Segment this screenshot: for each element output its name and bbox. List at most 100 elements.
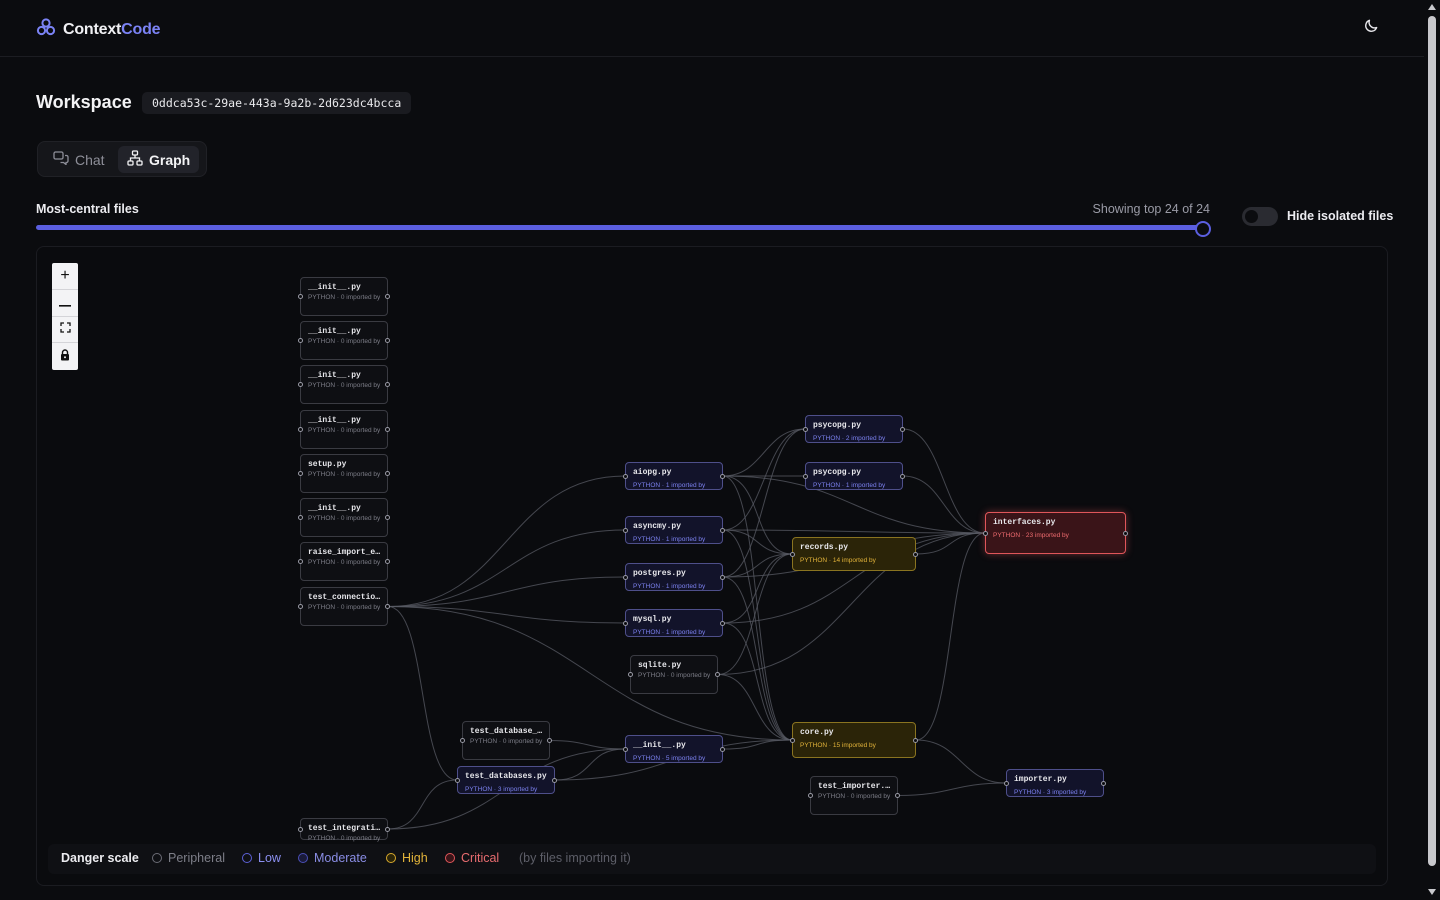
graph-node[interactable]: core.py PYTHON · 15 imported by bbox=[790, 722, 918, 758]
node-target-handle[interactable] bbox=[983, 530, 988, 536]
logo-icon bbox=[36, 17, 56, 42]
lock-button[interactable] bbox=[52, 343, 78, 370]
graph-node[interactable]: __init__.py PYTHON · 0 imported by bbox=[298, 498, 390, 537]
graph-node[interactable]: __init__.py PYTHON · 0 imported by bbox=[298, 277, 390, 316]
centrality-slider-track[interactable] bbox=[36, 225, 1202, 230]
node-target-handle[interactable] bbox=[623, 527, 628, 533]
scroll-up-icon[interactable] bbox=[1428, 4, 1436, 10]
node-target-handle[interactable] bbox=[1004, 780, 1009, 786]
node-source-handle[interactable] bbox=[720, 473, 725, 479]
node-meta: PYTHON · 1 imported by bbox=[813, 482, 886, 489]
node-source-handle[interactable] bbox=[385, 559, 390, 564]
graph-node[interactable]: records.py PYTHON · 14 imported by bbox=[790, 537, 918, 571]
node-source-handle[interactable] bbox=[385, 604, 390, 609]
node-source-handle[interactable] bbox=[913, 737, 918, 743]
graph-node[interactable]: __init__.py PYTHON · 0 imported by bbox=[298, 321, 390, 360]
graph-node[interactable]: psycopg.py PYTHON · 1 imported by bbox=[803, 462, 905, 490]
fit-view-button[interactable] bbox=[52, 317, 78, 344]
zoom-in-button[interactable]: + bbox=[52, 263, 78, 290]
node-source-handle[interactable] bbox=[385, 427, 390, 432]
graph-node[interactable]: test_importer.… PYTHON · 0 imported by bbox=[808, 776, 900, 815]
graph-node[interactable]: aiopg.py PYTHON · 1 imported by bbox=[623, 462, 725, 490]
node-filename: __init__.py bbox=[308, 504, 361, 513]
node-meta: PYTHON · 0 imported by bbox=[308, 294, 381, 301]
legend-label: High bbox=[402, 851, 428, 865]
node-target-handle[interactable] bbox=[803, 426, 808, 432]
node-source-handle[interactable] bbox=[1101, 780, 1106, 786]
graph-node[interactable]: test_connectio… PYTHON · 0 imported by bbox=[298, 587, 390, 626]
node-filename: __init__.py bbox=[308, 371, 361, 380]
node-target-handle[interactable] bbox=[298, 604, 303, 609]
graph-node[interactable]: postgres.py PYTHON · 1 imported by bbox=[623, 563, 725, 591]
node-target-handle[interactable] bbox=[298, 515, 303, 520]
node-source-handle[interactable] bbox=[547, 738, 552, 743]
node-target-handle[interactable] bbox=[790, 737, 795, 743]
graph-node[interactable]: __init__.py PYTHON · 0 imported by bbox=[298, 365, 390, 404]
scroll-down-icon[interactable] bbox=[1428, 889, 1436, 895]
node-source-handle[interactable] bbox=[1123, 530, 1128, 536]
graph-node[interactable]: setup.py PYTHON · 0 imported by bbox=[298, 454, 390, 493]
tab-graph[interactable]: Graph bbox=[118, 146, 200, 173]
node-target-handle[interactable] bbox=[298, 826, 303, 832]
graph-node[interactable]: psycopg.py PYTHON · 2 imported by bbox=[803, 415, 905, 443]
node-target-handle[interactable] bbox=[623, 620, 628, 626]
node-source-handle[interactable] bbox=[385, 338, 390, 343]
node-meta: PYTHON · 1 imported by bbox=[633, 583, 706, 590]
node-target-handle[interactable] bbox=[298, 471, 303, 476]
graph-node[interactable]: __init__.py PYTHON · 5 imported by bbox=[623, 735, 725, 763]
app-name: ContextCode bbox=[63, 21, 161, 39]
node-source-handle[interactable] bbox=[385, 471, 390, 476]
app-logo[interactable]: ContextCode bbox=[36, 17, 161, 42]
node-source-handle[interactable] bbox=[385, 294, 390, 299]
page-scrollbar[interactable] bbox=[1424, 0, 1440, 900]
node-target-handle[interactable] bbox=[623, 574, 628, 580]
centrality-slider-thumb[interactable] bbox=[1195, 221, 1211, 237]
graph-node[interactable]: test_database_… PYTHON · 0 imported by bbox=[460, 721, 552, 760]
node-target-handle[interactable] bbox=[623, 473, 628, 479]
graph-node[interactable]: __init__.py PYTHON · 0 imported by bbox=[298, 410, 390, 449]
node-target-handle[interactable] bbox=[298, 559, 303, 564]
tab-chat[interactable]: Chat bbox=[44, 146, 114, 173]
zoom-out-button[interactable] bbox=[52, 290, 78, 317]
graph-node[interactable]: raise_import_e… PYTHON · 0 imported by bbox=[298, 542, 390, 581]
node-source-handle[interactable] bbox=[900, 426, 905, 432]
graph-node[interactable]: importer.py PYTHON · 3 imported by bbox=[1004, 769, 1106, 797]
node-source-handle[interactable] bbox=[385, 515, 390, 520]
node-filename: records.py bbox=[800, 543, 849, 552]
node-source-handle[interactable] bbox=[385, 382, 390, 387]
graph-node[interactable]: test_integrati… PYTHON · 0 imported by bbox=[298, 818, 390, 842]
graph-node[interactable]: interfaces.py PYTHON · 23 imported by bbox=[983, 512, 1128, 554]
graph-node[interactable]: test_databases.py PYTHON · 3 imported by bbox=[455, 766, 557, 794]
node-target-handle[interactable] bbox=[298, 427, 303, 432]
node-target-handle[interactable] bbox=[628, 672, 633, 677]
theme-toggle-button[interactable] bbox=[1360, 17, 1382, 39]
node-target-handle[interactable] bbox=[808, 793, 813, 798]
node-meta: PYTHON · 5 imported by bbox=[633, 755, 706, 762]
graph-node[interactable]: asyncmy.py PYTHON · 1 imported by bbox=[623, 516, 725, 544]
view-tabs: Chat Graph bbox=[37, 141, 207, 177]
node-target-handle[interactable] bbox=[803, 473, 808, 479]
graph-node[interactable]: mysql.py PYTHON · 1 imported by bbox=[623, 609, 725, 637]
node-target-handle[interactable] bbox=[455, 777, 460, 783]
node-target-handle[interactable] bbox=[298, 338, 303, 343]
scrollbar-thumb[interactable] bbox=[1428, 16, 1436, 866]
node-source-handle[interactable] bbox=[913, 551, 918, 557]
node-source-handle[interactable] bbox=[895, 793, 900, 798]
node-target-handle[interactable] bbox=[623, 746, 628, 752]
node-meta: PYTHON · 1 imported by bbox=[633, 629, 706, 636]
node-source-handle[interactable] bbox=[720, 620, 725, 626]
node-source-handle[interactable] bbox=[900, 473, 905, 479]
node-source-handle[interactable] bbox=[385, 826, 390, 832]
hide-isolated-toggle[interactable] bbox=[1242, 207, 1278, 226]
node-source-handle[interactable] bbox=[720, 746, 725, 752]
node-source-handle[interactable] bbox=[720, 574, 725, 580]
node-source-handle[interactable] bbox=[715, 672, 720, 677]
graph-node[interactable]: sqlite.py PYTHON · 0 imported by bbox=[628, 655, 720, 694]
node-target-handle[interactable] bbox=[298, 382, 303, 387]
node-source-handle[interactable] bbox=[552, 777, 557, 783]
node-meta: PYTHON · 0 imported by bbox=[308, 604, 381, 611]
node-source-handle[interactable] bbox=[720, 527, 725, 533]
node-target-handle[interactable] bbox=[790, 551, 795, 557]
node-target-handle[interactable] bbox=[460, 738, 465, 743]
node-target-handle[interactable] bbox=[298, 294, 303, 299]
